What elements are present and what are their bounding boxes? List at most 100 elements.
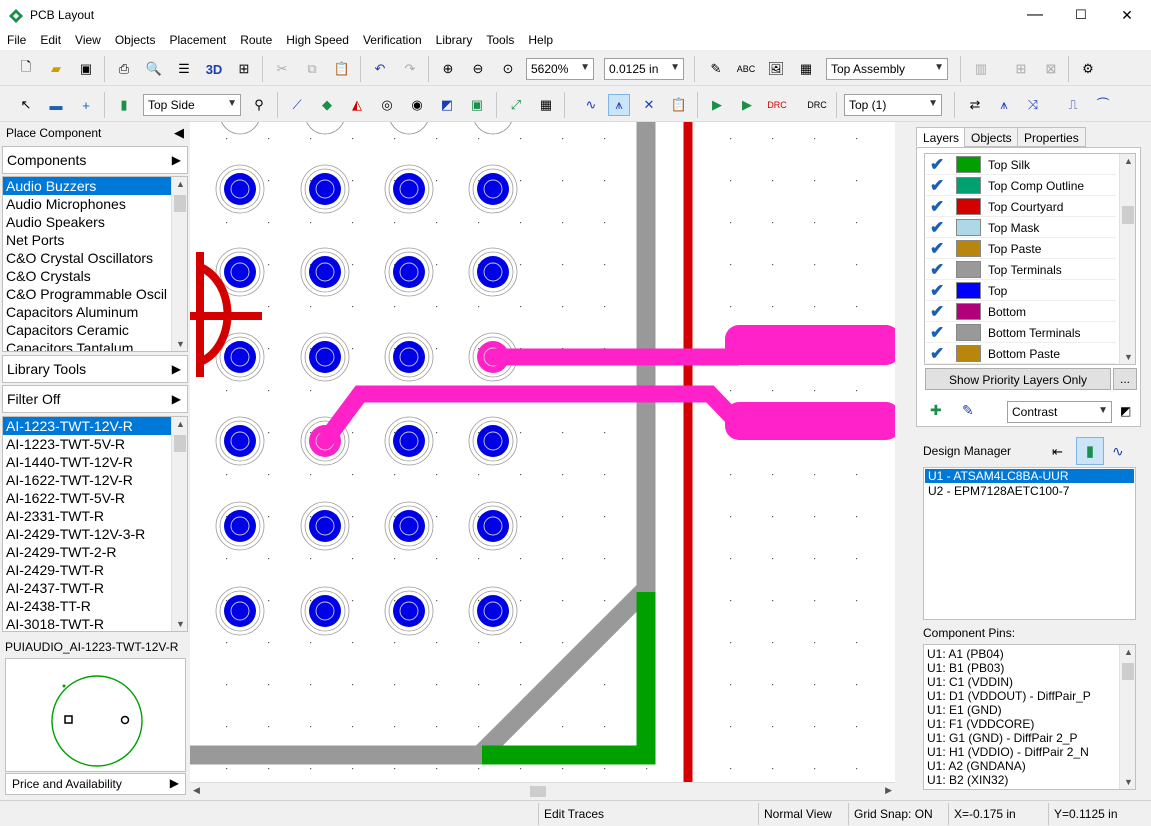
scroll-thumb[interactable] — [1122, 663, 1134, 680]
image-icon[interactable]: 🖼 — [765, 58, 787, 80]
redo-icon[interactable]: ↷ — [399, 58, 421, 80]
layer-row[interactable]: ✔ Top Courtyard — [926, 196, 1116, 217]
panelize-icon[interactable]: ⊞ — [233, 58, 255, 80]
group-icon[interactable]: ⊞ — [1010, 58, 1032, 80]
edit-properties-icon[interactable]: ✎ — [705, 58, 727, 80]
align-icon[interactable]: ▥ — [970, 58, 992, 80]
length-tune-icon[interactable]: ⎍ — [1062, 94, 1084, 116]
pin-list-item[interactable]: U1: H1 (VDDIO) - DiffPair 2_N — [924, 745, 1135, 759]
scroll-up-icon[interactable]: ▲ — [176, 179, 185, 189]
scroll-thumb[interactable] — [174, 195, 186, 212]
pcb-drawing[interactable] — [190, 93, 900, 782]
dimension-icon[interactable]: ⤢ — [505, 94, 527, 116]
scroll-thumb[interactable] — [174, 435, 186, 452]
checkmark-icon[interactable]: ✔ — [930, 323, 944, 343]
cross-route-icon[interactable]: ✕ — [638, 94, 660, 116]
part-item[interactable]: AI-2438-TT-R — [3, 597, 187, 615]
pad-ring[interactable] — [388, 93, 430, 135]
price-availability-header[interactable]: Price and Availability ▶ — [5, 773, 186, 795]
pad[interactable] — [393, 595, 425, 627]
part-item[interactable]: AI-2429-TWT-2-R — [3, 543, 187, 561]
layer-settings-icon[interactable]: ✎ — [962, 402, 974, 419]
pad[interactable] — [224, 595, 256, 627]
grid-select[interactable]: 0.0125 in ▼ — [604, 58, 684, 80]
layer-row[interactable]: ✔ Top Paste — [926, 238, 1116, 259]
layer-row[interactable]: ✔ Top Terminals — [926, 259, 1116, 280]
undo-icon[interactable]: ↶ — [369, 58, 391, 80]
layer-color-swatch[interactable] — [956, 240, 981, 257]
menu-edit[interactable]: Edit — [33, 30, 68, 50]
part-item[interactable]: AI-3018-TWT-R — [3, 615, 187, 631]
minimize-button[interactable]: — — [1012, 0, 1058, 30]
pad[interactable] — [393, 173, 425, 205]
select-arrow-icon[interactable]: ↖ — [15, 94, 37, 116]
copper-pour-icon[interactable]: ◩ — [436, 94, 458, 116]
category-item[interactable]: Capacitors Ceramic — [3, 321, 187, 339]
swap-icon[interactable]: ⇄ — [964, 94, 986, 116]
pad[interactable] — [477, 173, 509, 205]
component-list-item[interactable]: U1 - ATSAM4LC8BA-UUR — [925, 469, 1134, 483]
via-icon[interactable]: ◆ — [316, 94, 338, 116]
pad[interactable] — [309, 595, 341, 627]
spell-check-icon[interactable]: ABC — [735, 58, 757, 80]
checkmark-icon[interactable]: ✔ — [930, 260, 944, 280]
pad[interactable] — [309, 256, 341, 288]
zoom-out-icon[interactable]: ⊖ — [467, 58, 489, 80]
traces-view-icon[interactable]: ∿ — [1112, 443, 1124, 460]
table-icon[interactable]: ▦ — [535, 94, 557, 116]
crosshair-icon[interactable]: + — [75, 94, 97, 116]
filter-header[interactable]: Filter Off ▶ — [2, 385, 188, 413]
run-icon[interactable]: ▶ — [706, 94, 728, 116]
category-item[interactable]: Audio Buzzers — [3, 177, 171, 195]
pink-pad-2[interactable] — [725, 402, 900, 440]
part-item[interactable]: AI-1440-TWT-12V-R — [3, 453, 187, 471]
pin-list-item[interactable]: U1: A1 (PB04) — [924, 647, 1135, 661]
scroll-down-icon[interactable]: ▼ — [176, 339, 185, 349]
layer-color-swatch[interactable] — [956, 219, 981, 236]
open-folder-icon[interactable]: ▰ — [45, 58, 67, 80]
category-item[interactable]: Capacitors Tantalum — [3, 339, 187, 351]
maximize-button[interactable]: ☐ — [1058, 0, 1104, 30]
layer-color-swatch[interactable] — [956, 324, 981, 341]
layer-row[interactable]: ✔ Top Silk — [926, 154, 1116, 175]
part-item[interactable]: AI-2331-TWT-R — [3, 507, 187, 525]
pad[interactable] — [224, 510, 256, 542]
diff-pair-icon[interactable]: ⤨ — [1022, 94, 1044, 116]
more-options-button[interactable]: ... — [1113, 368, 1137, 390]
category-item[interactable]: Audio Microphones — [3, 195, 187, 213]
checkmark-icon[interactable]: ✔ — [930, 281, 944, 301]
pad[interactable] — [224, 425, 256, 457]
side-select[interactable]: Top Side ▼ — [143, 94, 241, 116]
layer-color-swatch[interactable] — [956, 303, 981, 320]
pad-ring[interactable] — [219, 93, 261, 135]
ungroup-icon[interactable]: ⊠ — [1040, 58, 1062, 80]
scroll-left-icon[interactable]: ◀ — [193, 785, 200, 796]
layer-row[interactable]: ✔ Top — [926, 280, 1116, 301]
route-line-icon[interactable]: ⟋ — [286, 94, 308, 116]
library-tools-header[interactable]: Library Tools ▶ — [2, 355, 188, 383]
scroll-thumb[interactable] — [1122, 206, 1134, 224]
board-settings-icon[interactable]: ⚙ — [1077, 58, 1099, 80]
components-header[interactable]: Components ▶ — [2, 146, 188, 174]
menu-library[interactable]: Library — [429, 30, 480, 50]
pad[interactable] — [309, 510, 341, 542]
menu-help[interactable]: Help — [521, 30, 560, 50]
scroll-down-icon[interactable]: ▼ — [176, 619, 185, 629]
layer-row[interactable]: ✔ Top Mask — [926, 217, 1116, 238]
menu-verification[interactable]: Verification — [356, 30, 429, 50]
drc-settings-icon[interactable]: DRC — [806, 94, 828, 116]
category-item[interactable]: Capacitors Aluminum — [3, 303, 187, 321]
fanout-icon[interactable]: ⩚ — [993, 94, 1015, 116]
menu-placement[interactable]: Placement — [163, 30, 234, 50]
layer-row[interactable]: ✔ Bottom — [926, 301, 1116, 322]
pad[interactable] — [477, 425, 509, 457]
tab-properties[interactable]: Properties — [1017, 127, 1086, 147]
pad[interactable] — [224, 173, 256, 205]
nets-icon[interactable]: ⇤ — [1052, 444, 1063, 460]
component-list[interactable]: U1 - ATSAM4LC8BA-UUR U2 - EPM7128AETC100-… — [923, 467, 1136, 620]
pins-scrollbar[interactable]: ▲ ▼ — [1119, 645, 1135, 789]
print-icon[interactable]: ⎙ — [113, 58, 135, 80]
pin-list-item[interactable]: U1: A2 (GNDANA) — [924, 759, 1135, 773]
clipboard-icon[interactable]: 📋 — [668, 94, 690, 116]
scroll-thumb[interactable] — [530, 786, 546, 797]
